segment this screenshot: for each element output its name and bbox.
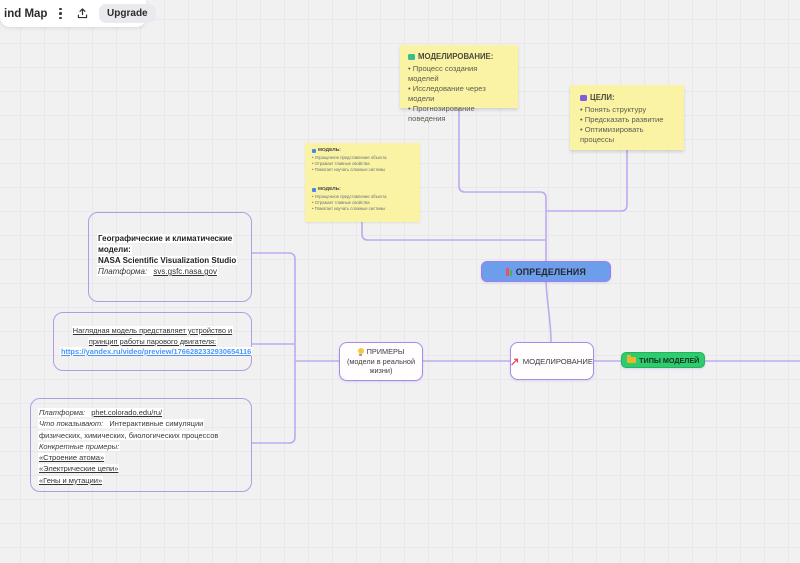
- card-text: Географические и климатические модели:: [97, 234, 233, 254]
- sticky-bullet: • Исследование через модели: [408, 84, 510, 104]
- blue-square-icon: [312, 188, 316, 192]
- node-sublabel: (модели в реальной: [347, 357, 415, 367]
- card-steam-engine[interactable]: Наглядная модель представляет устройство…: [53, 312, 252, 371]
- mini-sticky-title: МОДЕЛЬ:: [318, 148, 341, 154]
- sticky-goals[interactable]: ЦЕЛИ: • Понять структуру • Предсказать р…: [570, 85, 684, 150]
- card-nasa-models[interactable]: Географические и климатические модели: N…: [88, 212, 252, 302]
- lightbulb-icon: [358, 348, 364, 356]
- node-definitions[interactable]: ОПРЕДЕЛЕНИЯ: [481, 261, 611, 282]
- node-label: ТИПЫ МОДЕЛЕЙ: [639, 356, 699, 365]
- card-phet-simulations[interactable]: Платформа: phet.colorado.edu/ru/ Что пок…: [30, 398, 252, 492]
- platform-label: Платформа:: [38, 408, 86, 417]
- mindmap-canvas[interactable]: ind Map Upgrade МОДЕЛИРОВАНИЕ: • Процесс…: [0, 0, 800, 563]
- sticky-bullet: • Процесс создания моделей: [408, 64, 510, 84]
- mini-sticky-model-1[interactable]: МОДЕЛЬ: • Упрощенное представление объек…: [305, 143, 420, 182]
- examples-label: Конкретные примеры:: [38, 442, 120, 451]
- phet-link[interactable]: phet.colorado.edu/ru/: [90, 408, 163, 417]
- show-label: Что показывают:: [38, 419, 104, 428]
- sticky-bullet: • Оптимизировать процессы: [580, 125, 674, 145]
- green-square-icon: [408, 54, 415, 61]
- nasa-link[interactable]: svs.gsfc.nasa.gov: [152, 267, 218, 276]
- example-link[interactable]: «Электрические цепи»: [38, 464, 119, 473]
- upload-icon[interactable]: [74, 6, 91, 21]
- platform-label: Платформа:: [97, 267, 148, 276]
- node-sublabel: жизни): [370, 366, 393, 376]
- card-text: принцип работы парового двигателя:: [88, 337, 217, 346]
- card-text: Наглядная модель представляет устройство…: [72, 326, 233, 335]
- node-label: МОДЕЛИРОВАНИЕ: [523, 357, 593, 366]
- example-link[interactable]: «Гены и мутации»: [38, 476, 103, 485]
- trend-up-icon: [511, 357, 519, 366]
- sticky-bullet: • Прогнозирование поведения: [408, 104, 510, 124]
- upgrade-button[interactable]: Upgrade: [99, 4, 156, 23]
- sticky-title: ЦЕЛИ:: [590, 93, 615, 103]
- node-modeling[interactable]: МОДЕЛИРОВАНИЕ: [510, 342, 594, 380]
- document-title: ind Map: [4, 8, 47, 20]
- mini-sticky-model-2[interactable]: МОДЕЛЬ: • Упрощенное представление объек…: [305, 182, 420, 222]
- toolbar: ind Map Upgrade: [0, 0, 146, 27]
- node-label: ПРИМЕРЫ: [367, 347, 405, 357]
- folder-icon: [627, 357, 636, 364]
- sticky-title: МОДЕЛИРОВАНИЕ:: [418, 52, 493, 62]
- kebab-menu-icon[interactable]: [55, 6, 66, 22]
- mini-sticky-bullet: • Помогает изучать сложные системы: [312, 167, 413, 173]
- sticky-bullet: • Предсказать развитие: [580, 115, 674, 125]
- sticky-bullet: • Понять структуру: [580, 105, 674, 115]
- example-link[interactable]: «Строение атома»: [38, 453, 105, 462]
- card-text: NASA Scientific Visualization Studio: [97, 256, 237, 265]
- sticky-modeling[interactable]: МОДЕЛИРОВАНИЕ: • Процесс создания моделе…: [400, 45, 518, 108]
- node-examples[interactable]: ПРИМЕРЫ (модели в реальной жизни): [339, 342, 423, 381]
- mini-sticky-title: МОДЕЛЬ:: [318, 187, 341, 193]
- blue-square-icon: [312, 149, 316, 153]
- mini-sticky-bullet: • Помогает изучать сложные системы: [312, 206, 413, 212]
- node-types[interactable]: ТИПЫ МОДЕЛЕЙ: [621, 352, 705, 368]
- purple-square-icon: [580, 95, 587, 102]
- yandex-video-link[interactable]: https://yandex.ru/video/preview/17662823…: [60, 347, 252, 356]
- mini-sticky-group: МОДЕЛЬ: • Упрощенное представление объек…: [305, 143, 420, 222]
- bar-chart-icon: [506, 268, 512, 276]
- node-label: ОПРЕДЕЛЕНИЯ: [516, 267, 586, 277]
